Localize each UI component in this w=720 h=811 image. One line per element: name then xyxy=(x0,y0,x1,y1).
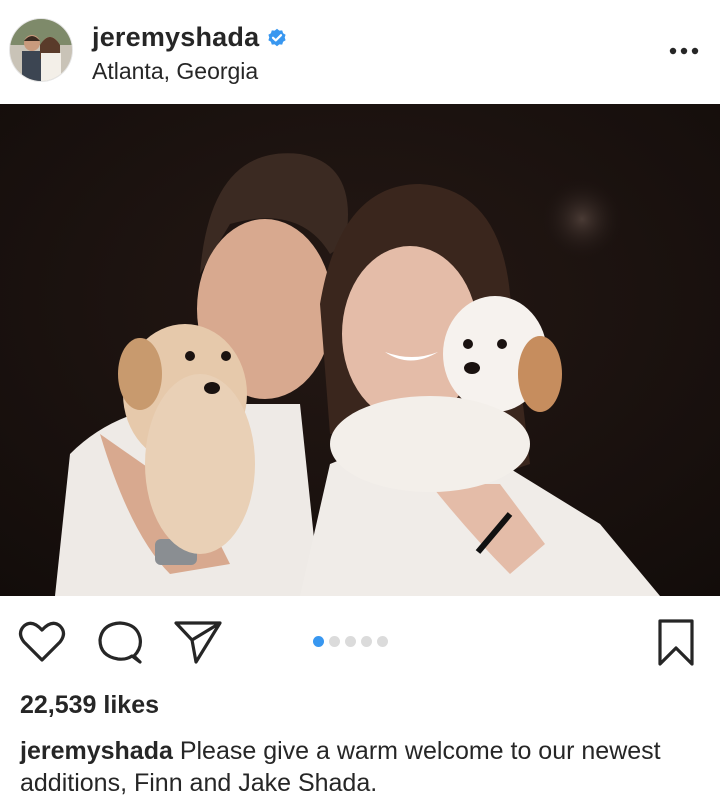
post-photo[interactable] xyxy=(0,104,720,596)
carousel-dot xyxy=(329,636,340,647)
more-options-button[interactable] xyxy=(663,36,707,66)
caption-username[interactable]: jeremyshada xyxy=(20,737,173,765)
post-caption: jeremyshada Please give a warm welcome t… xyxy=(20,735,710,799)
more-horizontal-icon xyxy=(669,47,699,55)
comment-icon[interactable] xyxy=(96,620,144,666)
action-bar xyxy=(0,596,720,686)
carousel-dot xyxy=(345,636,356,647)
carousel-dot xyxy=(361,636,372,647)
post-username[interactable]: jeremyshada xyxy=(92,22,287,53)
avatar-image xyxy=(10,19,72,81)
username-text[interactable]: jeremyshada xyxy=(92,22,259,53)
carousel-dot xyxy=(377,636,388,647)
send-icon[interactable] xyxy=(172,618,224,666)
carousel-indicator xyxy=(313,636,388,647)
avatar[interactable] xyxy=(10,19,72,81)
post-header: jeremyshada Atlanta, Georgia xyxy=(0,0,720,104)
likes-count[interactable]: 22,539 likes xyxy=(20,691,159,720)
carousel-dot xyxy=(313,636,324,647)
verified-badge-icon xyxy=(268,28,286,46)
heart-icon[interactable] xyxy=(18,620,66,664)
photo-image xyxy=(0,104,720,596)
post-location[interactable]: Atlanta, Georgia xyxy=(92,58,258,85)
bookmark-icon[interactable] xyxy=(656,618,696,668)
